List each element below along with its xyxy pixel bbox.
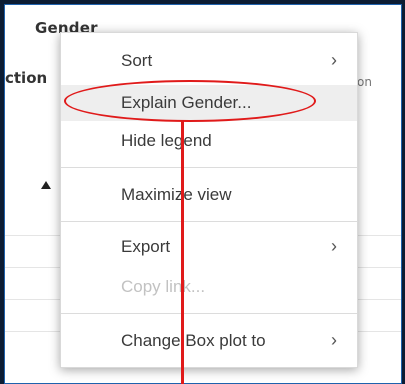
window-frame: Gender ction on Sort › Explain Gender...… bbox=[0, 0, 405, 384]
column-header[interactable]: on bbox=[357, 75, 372, 89]
menu-item-label: Copy link... bbox=[121, 277, 206, 296]
menu-separator bbox=[61, 167, 357, 168]
menu-item-maximize-view[interactable]: Maximize view bbox=[61, 177, 357, 213]
menu-item-sort[interactable]: Sort › bbox=[61, 43, 357, 79]
menu-separator bbox=[61, 313, 357, 314]
sort-ascending-icon[interactable] bbox=[41, 181, 51, 189]
menu-item-copy-link: Copy link... bbox=[61, 269, 357, 305]
menu-item-change-plot-type[interactable]: Change Box plot to › bbox=[61, 323, 357, 359]
menu-item-label: Maximize view bbox=[121, 185, 232, 204]
menu-separator bbox=[61, 221, 357, 222]
menu-item-label: Explain Gender... bbox=[121, 93, 252, 112]
menu-item-hide-legend[interactable]: Hide legend bbox=[61, 123, 357, 159]
chevron-right-icon: › bbox=[331, 330, 337, 350]
menu-item-label: Hide legend bbox=[121, 131, 212, 150]
menu-item-label: Export bbox=[121, 237, 171, 256]
column-header[interactable]: ction bbox=[5, 69, 47, 87]
menu-item-label: Sort bbox=[121, 51, 153, 70]
chevron-right-icon: › bbox=[331, 50, 337, 70]
menu-item-label: Change Box plot to bbox=[121, 331, 266, 350]
menu-item-explain-gender[interactable]: Explain Gender... bbox=[61, 85, 357, 121]
chevron-right-icon: › bbox=[331, 236, 337, 256]
menu-item-export[interactable]: Export › bbox=[61, 229, 357, 265]
context-menu: Sort › Explain Gender... Hide legend Max… bbox=[60, 32, 358, 368]
